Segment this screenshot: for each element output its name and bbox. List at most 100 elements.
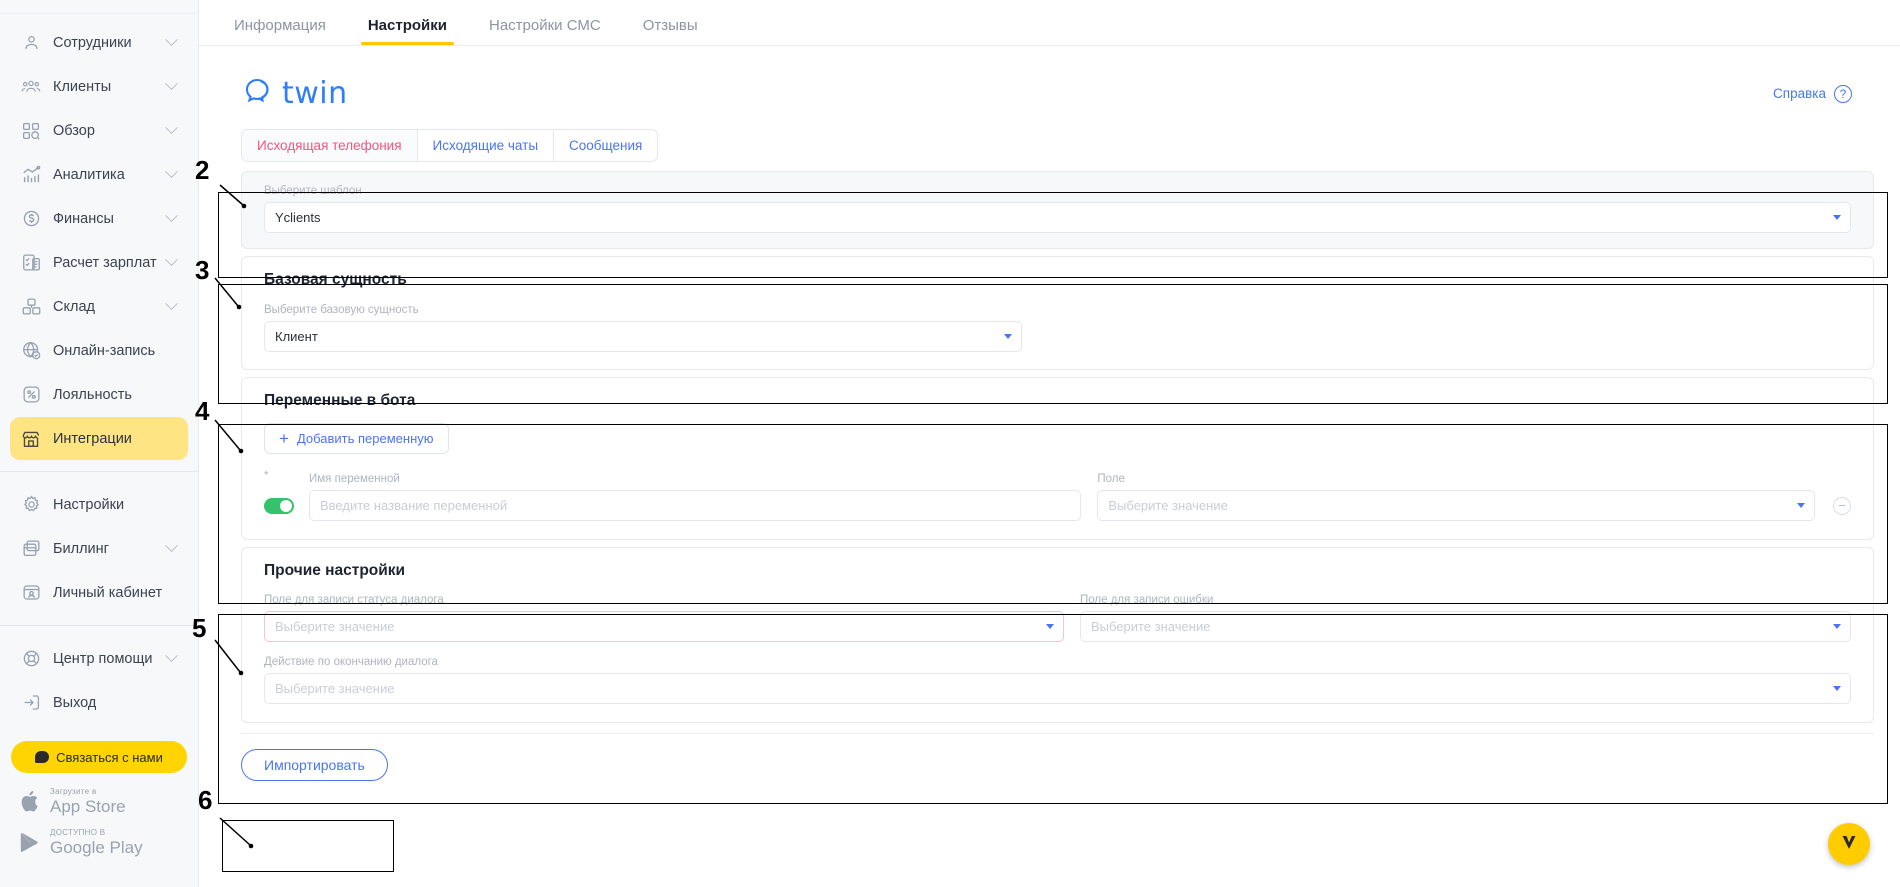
google-play-caption: ДОСТУПНО В — [50, 828, 106, 837]
chevron-down-icon[interactable] — [165, 121, 178, 135]
sidebar-item-label: Склад — [53, 298, 95, 315]
sidebar-group-support: Центр помощи Выход — [0, 630, 198, 731]
app-store-name: App Store — [50, 797, 126, 816]
seg-ishodyashchaya-telefoniya[interactable]: Исходящая телефония — [242, 130, 418, 161]
tab-nastrojki-sms[interactable]: Настройки СМС — [487, 17, 603, 45]
sidebar-item-label: Клиенты — [53, 78, 112, 95]
logout-icon — [20, 692, 42, 714]
sidebar-item-label: Финансы — [53, 210, 114, 227]
sidebar-group-primary: Сотрудники Клиенты Обзор Аналитика Финан… — [0, 14, 198, 467]
tab-informaciya[interactable]: Информация — [232, 17, 328, 45]
tab-otzyvy[interactable]: Отзывы — [641, 17, 700, 45]
chevron-down-icon[interactable] — [165, 209, 178, 223]
chat-bubble-icon — [35, 751, 50, 763]
chevron-down-icon[interactable] — [165, 539, 178, 553]
support-widget-button[interactable] — [1828, 823, 1870, 865]
google-play-icon — [18, 830, 42, 856]
sidebar-item-label: Онлайн-запись — [53, 342, 156, 359]
sidebar-item-sklad[interactable]: Склад — [10, 285, 188, 328]
tab-nastrojki[interactable]: Настройки — [360, 17, 455, 45]
chevron-down-icon[interactable] — [165, 297, 178, 311]
chevron-down-icon[interactable] — [165, 33, 178, 47]
sidebar-item-label: Лояльность — [53, 386, 132, 403]
sidebar-item-label: Обзор — [53, 122, 95, 139]
sidebar-item-klienty[interactable]: Клиенты — [10, 65, 188, 108]
sidebar-item-label: Аналитика — [53, 166, 125, 183]
segmented-row: Исходящая телефония Исходящие чаты Сообщ… — [199, 113, 1900, 162]
annotation-number-5: 5 — [192, 613, 207, 643]
sidebar-item-label: Биллинг — [53, 540, 109, 557]
channel-segmented-control: Исходящая телефония Исходящие чаты Сообщ… — [241, 129, 659, 162]
sidebar-item-billing[interactable]: Биллинг — [10, 527, 188, 570]
chevron-down-icon[interactable] — [165, 253, 178, 267]
top-tabs: Информация Настройки Настройки СМС Отзыв… — [199, 0, 1900, 46]
chevron-down-icon[interactable] — [165, 165, 178, 179]
sidebar-item-integracii[interactable]: Интеграции — [10, 417, 188, 460]
app-store-text: Загрузите в App Store — [50, 787, 126, 816]
help-label: Справка — [1773, 86, 1826, 101]
annotation-number-2: 2 — [195, 155, 210, 185]
annotation-number-3: 3 — [195, 255, 210, 285]
twin-brand: twin — [241, 74, 348, 113]
sidebar-item-label: Расчет зарплат — [53, 254, 157, 271]
apple-icon — [18, 789, 42, 815]
sidebar-item-label: Центр помощи — [53, 650, 153, 667]
seg-soobshcheniya[interactable]: Сообщения — [554, 130, 658, 161]
sidebar-item-loyalnost[interactable]: Лояльность — [10, 373, 188, 416]
sidebar-item-label: Выход — [53, 694, 97, 711]
annotation-box-4 — [218, 424, 1888, 604]
shop-icon — [20, 428, 42, 450]
sidebar-item-lichnyj-kabinet[interactable]: Личный кабинет — [10, 571, 188, 614]
store-badges: Загрузите в App Store ДОСТУПНО В Google … — [0, 773, 198, 879]
brand-row: twin Справка ? — [199, 46, 1900, 113]
sidebar-item-label: Интеграции — [53, 430, 132, 447]
google-play-badge[interactable]: ДОСТУПНО В Google Play — [18, 828, 198, 857]
warehouse-icon — [20, 296, 42, 318]
google-play-text: ДОСТУПНО В Google Play — [50, 828, 143, 857]
gear-icon — [20, 494, 42, 516]
sidebar-top-strip — [0, 0, 198, 14]
sidebar-item-analitika[interactable]: Аналитика — [10, 153, 188, 196]
widget-icon — [1839, 832, 1859, 857]
sidebar-item-finansy[interactable]: Финансы — [10, 197, 188, 240]
chevron-down-icon[interactable] — [165, 77, 178, 91]
sidebar-item-obzor[interactable]: Обзор — [10, 109, 188, 152]
sidebar-item-label: Личный кабинет — [53, 584, 163, 601]
question-circle-icon: ? — [1834, 84, 1852, 103]
cards-icon — [20, 538, 42, 560]
help-link[interactable]: Справка ? — [1773, 84, 1852, 103]
profile-card-icon — [20, 582, 42, 604]
annotation-box-6 — [222, 820, 394, 872]
seg-ishodyashchie-chaty[interactable]: Исходящие чаты — [417, 130, 555, 161]
checklist-icon — [20, 252, 42, 274]
twin-wordmark: twin — [282, 76, 348, 111]
sidebar-item-raschet-zarplat[interactable]: Расчет зарплат — [10, 241, 188, 284]
globe-check-icon — [20, 340, 42, 362]
annotation-box-3 — [218, 284, 1888, 404]
sidebar-item-label: Сотрудники — [53, 34, 132, 51]
sidebar-item-sotrudniki[interactable]: Сотрудники — [10, 21, 188, 64]
sidebar-group-system: Настройки Биллинг Личный кабинет — [0, 476, 198, 621]
sidebar: Сотрудники Клиенты Обзор Аналитика Финан… — [0, 0, 199, 887]
google-play-name: Google Play — [50, 838, 143, 857]
contact-us-button[interactable]: Связаться с нами — [11, 741, 187, 773]
annotation-box-5 — [218, 614, 1888, 804]
annotation-number-4: 4 — [195, 396, 210, 426]
user-icon — [20, 32, 42, 54]
dollar-icon — [20, 208, 42, 230]
percent-icon — [20, 384, 42, 406]
chart-icon — [20, 164, 42, 186]
sidebar-item-centr-pomoshchi[interactable]: Центр помощи — [10, 637, 188, 680]
chevron-down-icon[interactable] — [165, 649, 178, 663]
users-icon — [20, 76, 42, 98]
sidebar-divider-2 — [0, 625, 198, 626]
lifebuoy-icon — [20, 648, 42, 670]
sidebar-item-nastrojki[interactable]: Настройки — [10, 483, 188, 526]
twin-logo-icon — [241, 74, 275, 113]
sidebar-divider-1 — [0, 471, 198, 472]
app-store-badge[interactable]: Загрузите в App Store — [18, 787, 198, 816]
sidebar-item-vyhod[interactable]: Выход — [10, 681, 188, 724]
grid-search-icon — [20, 120, 42, 142]
sidebar-item-onlajn-zapis[interactable]: Онлайн-запись — [10, 329, 188, 372]
contact-us-label: Связаться с нами — [56, 749, 163, 765]
